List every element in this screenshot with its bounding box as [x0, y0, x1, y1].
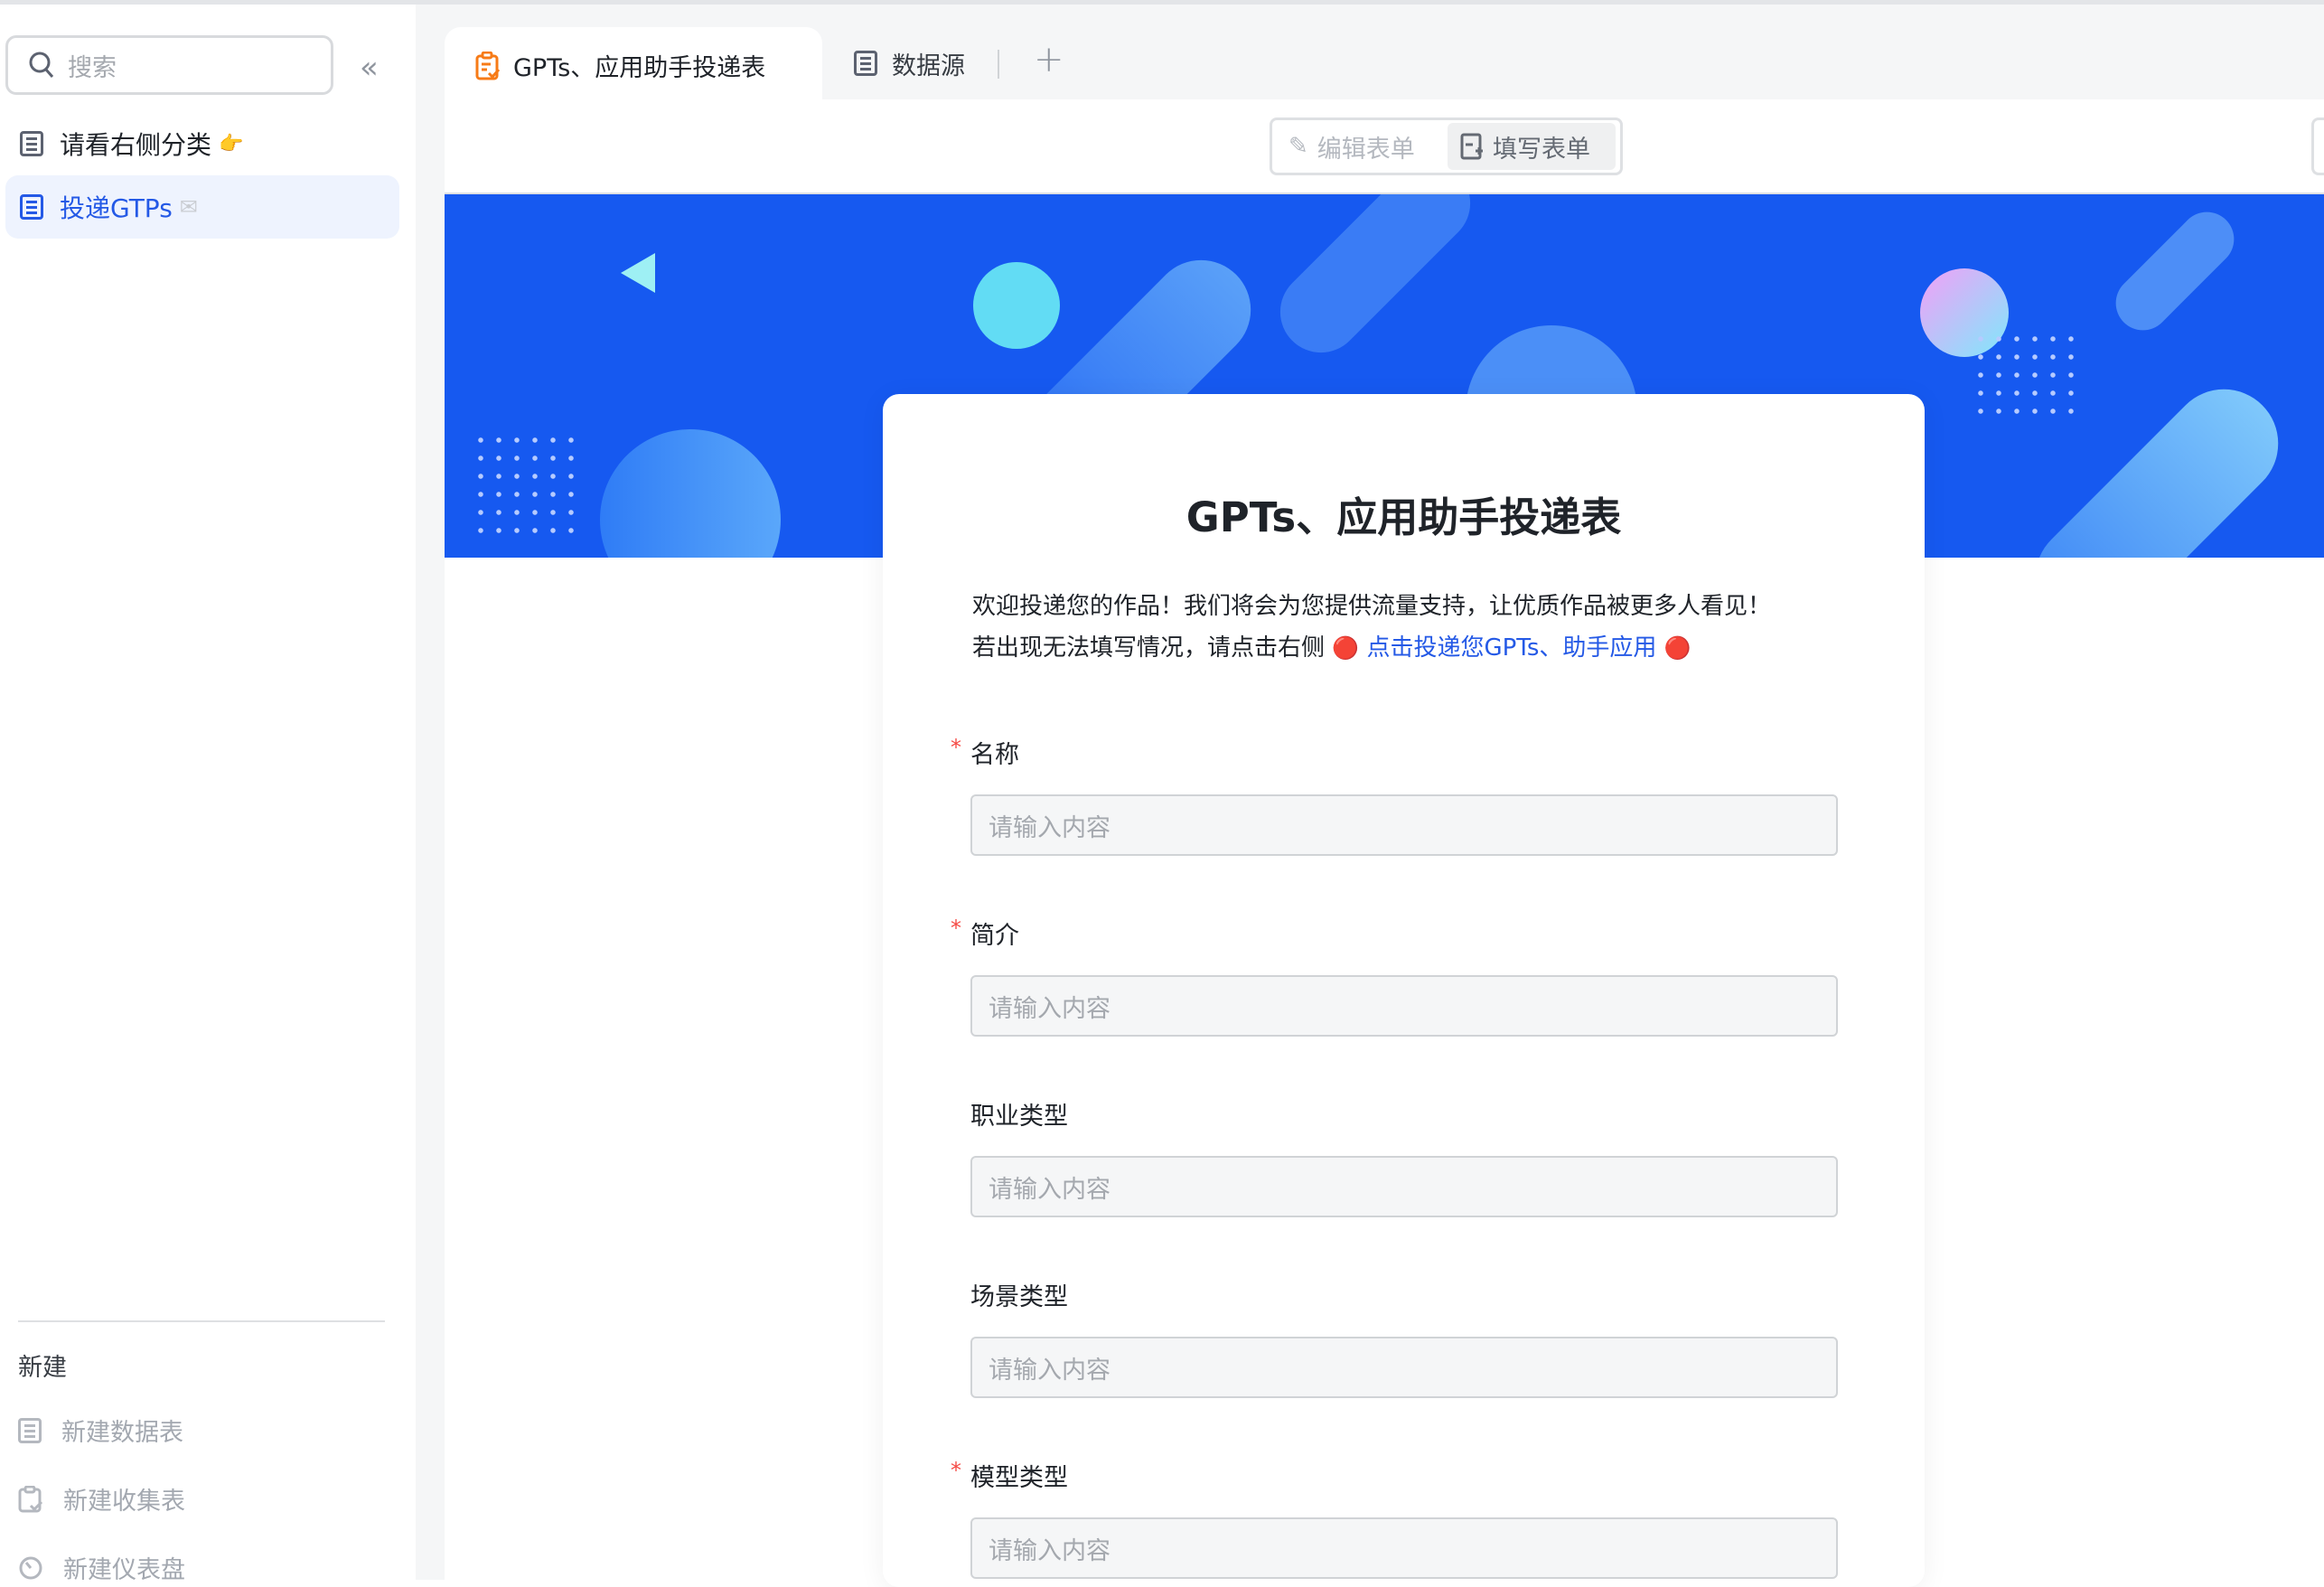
field-intro: * 简介 请输入内容 — [951, 916, 1838, 1037]
tab-datasource[interactable]: 数据源 — [854, 27, 965, 99]
pill-shape — [2104, 201, 2245, 342]
fill-form-label: 填写表单 — [1493, 135, 1590, 164]
field-occupation: 职业类型 请输入内容 — [970, 1096, 1838, 1217]
field-name: * 名称 请输入内容 — [951, 735, 1838, 856]
form-icon — [18, 1485, 43, 1512]
occupation-input[interactable]: 请输入内容 — [970, 1156, 1838, 1217]
form-title: GPTs、应用助手投递表 — [1185, 493, 1622, 541]
field-label: * 名称 — [951, 735, 1019, 769]
pointing-hand-icon: 👉 — [219, 132, 244, 155]
required-mark: * — [951, 916, 961, 941]
edit-form-label: 编辑表单 — [1317, 135, 1415, 164]
half-circle-shape — [600, 429, 781, 558]
dot-grid — [1972, 330, 2080, 420]
search-input[interactable]: 搜索 — [5, 35, 333, 95]
tab-label: 数据源 — [892, 52, 965, 80]
field-label: * 简介 — [951, 916, 1019, 950]
sidebar-item-label: 投递GTPs — [60, 193, 173, 223]
new-form-label: 新建收集表 — [63, 1488, 185, 1516]
tab-label: GPTs、应用助手投递表 — [513, 54, 766, 82]
sidebar-divider — [18, 1320, 385, 1322]
new-form-button[interactable]: 新建收集表 — [18, 1481, 185, 1517]
sidebar-gutter — [416, 5, 445, 1580]
fill-form-button[interactable]: 填写表单 — [1448, 123, 1616, 170]
form-icon — [475, 51, 501, 80]
new-dashboard-button[interactable]: 新建仪表盘 — [18, 1550, 185, 1585]
new-datatable-button[interactable]: 新建数据表 — [18, 1413, 183, 1448]
sidebar-item-submit-gpts[interactable]: 投递GTPs ✉ — [5, 175, 399, 239]
search-placeholder: 搜索 — [68, 53, 117, 82]
description-text: 若出现无法填写情况，请点击右侧 — [972, 634, 1326, 662]
circle-shape — [973, 262, 1060, 349]
tab-bar: GPTs、应用助手投递表 数据源 + — [445, 5, 2324, 104]
fill-form-icon — [1460, 133, 1483, 160]
form-card: GPTs、应用助手投递表 欢迎投递您的作品！我们将会为您提供流量支持，让优质作品… — [883, 394, 1925, 1587]
pencil-icon: ✎ — [1289, 133, 1308, 160]
form-description: 欢迎投递您的作品！我们将会为您提供流量支持，让优质作品被更多人看见！ 若出现无法… — [972, 586, 1771, 669]
search-icon — [29, 52, 54, 78]
field-scenario: 场景类型 请输入内容 — [970, 1277, 1838, 1398]
pill-shape — [1263, 194, 1487, 370]
sidebar-item-label: 请看右侧分类 — [60, 130, 212, 160]
field-label: * 模型类型 — [951, 1458, 1068, 1492]
required-mark: * — [951, 735, 961, 760]
field-label: 职业类型 — [970, 1103, 1068, 1131]
name-input[interactable]: 请输入内容 — [970, 794, 1838, 856]
dashboard-icon — [19, 1556, 42, 1579]
table-icon — [20, 194, 43, 220]
field-model: * 模型类型 请输入内容 — [951, 1458, 1838, 1579]
add-tab-icon[interactable]: + — [1034, 39, 1064, 80]
triangle-shape — [621, 253, 655, 293]
table-icon — [18, 1417, 42, 1443]
dot-grid — [472, 431, 580, 540]
sidebar-item-categories[interactable]: 请看右侧分类 👉 — [5, 112, 399, 175]
form-toolbar: ✎ 编辑表单 填写表单 — [445, 99, 2324, 194]
submit-link[interactable]: 点击投递您GPTs、助手应用 — [1366, 634, 1656, 662]
mode-switch: ✎ 编辑表单 填写表单 — [1270, 117, 1623, 175]
intro-input[interactable]: 请输入内容 — [970, 975, 1838, 1037]
new-datatable-label: 新建数据表 — [61, 1419, 183, 1447]
scenario-input[interactable]: 请输入内容 — [970, 1337, 1838, 1398]
red-circle-icon: 🔴 — [1332, 635, 1360, 661]
envelope-icon: ✉ — [179, 194, 198, 220]
field-label: 场景类型 — [970, 1283, 1068, 1311]
new-dashboard-label: 新建仪表盘 — [63, 1556, 185, 1584]
sidebar: 搜索 « 请看右侧分类 👉 投递GTPs ✉ 新建 新建数据表 新建收集表 新建… — [0, 5, 416, 1584]
edit-form-button[interactable]: ✎ 编辑表单 — [1276, 123, 1448, 170]
collapse-sidebar-icon[interactable]: « — [360, 50, 379, 86]
new-section-header: 新建 — [18, 1354, 67, 1382]
description-line: 若出现无法填写情况，请点击右侧 🔴 点击投递您GPTs、助手应用 🔴 — [972, 627, 1771, 669]
table-icon — [20, 131, 43, 156]
tab-separator — [998, 50, 999, 79]
red-circle-icon: 🔴 — [1663, 635, 1691, 661]
tab-form[interactable]: GPTs、应用助手投递表 — [445, 27, 822, 104]
model-input[interactable]: 请输入内容 — [970, 1517, 1838, 1579]
description-line: 欢迎投递您的作品！我们将会为您提供流量支持，让优质作品被更多人看见！ — [972, 593, 1772, 620]
required-mark: * — [951, 1458, 961, 1483]
toolbar-right-button[interactable] — [2311, 117, 2324, 175]
table-icon — [854, 51, 877, 76]
